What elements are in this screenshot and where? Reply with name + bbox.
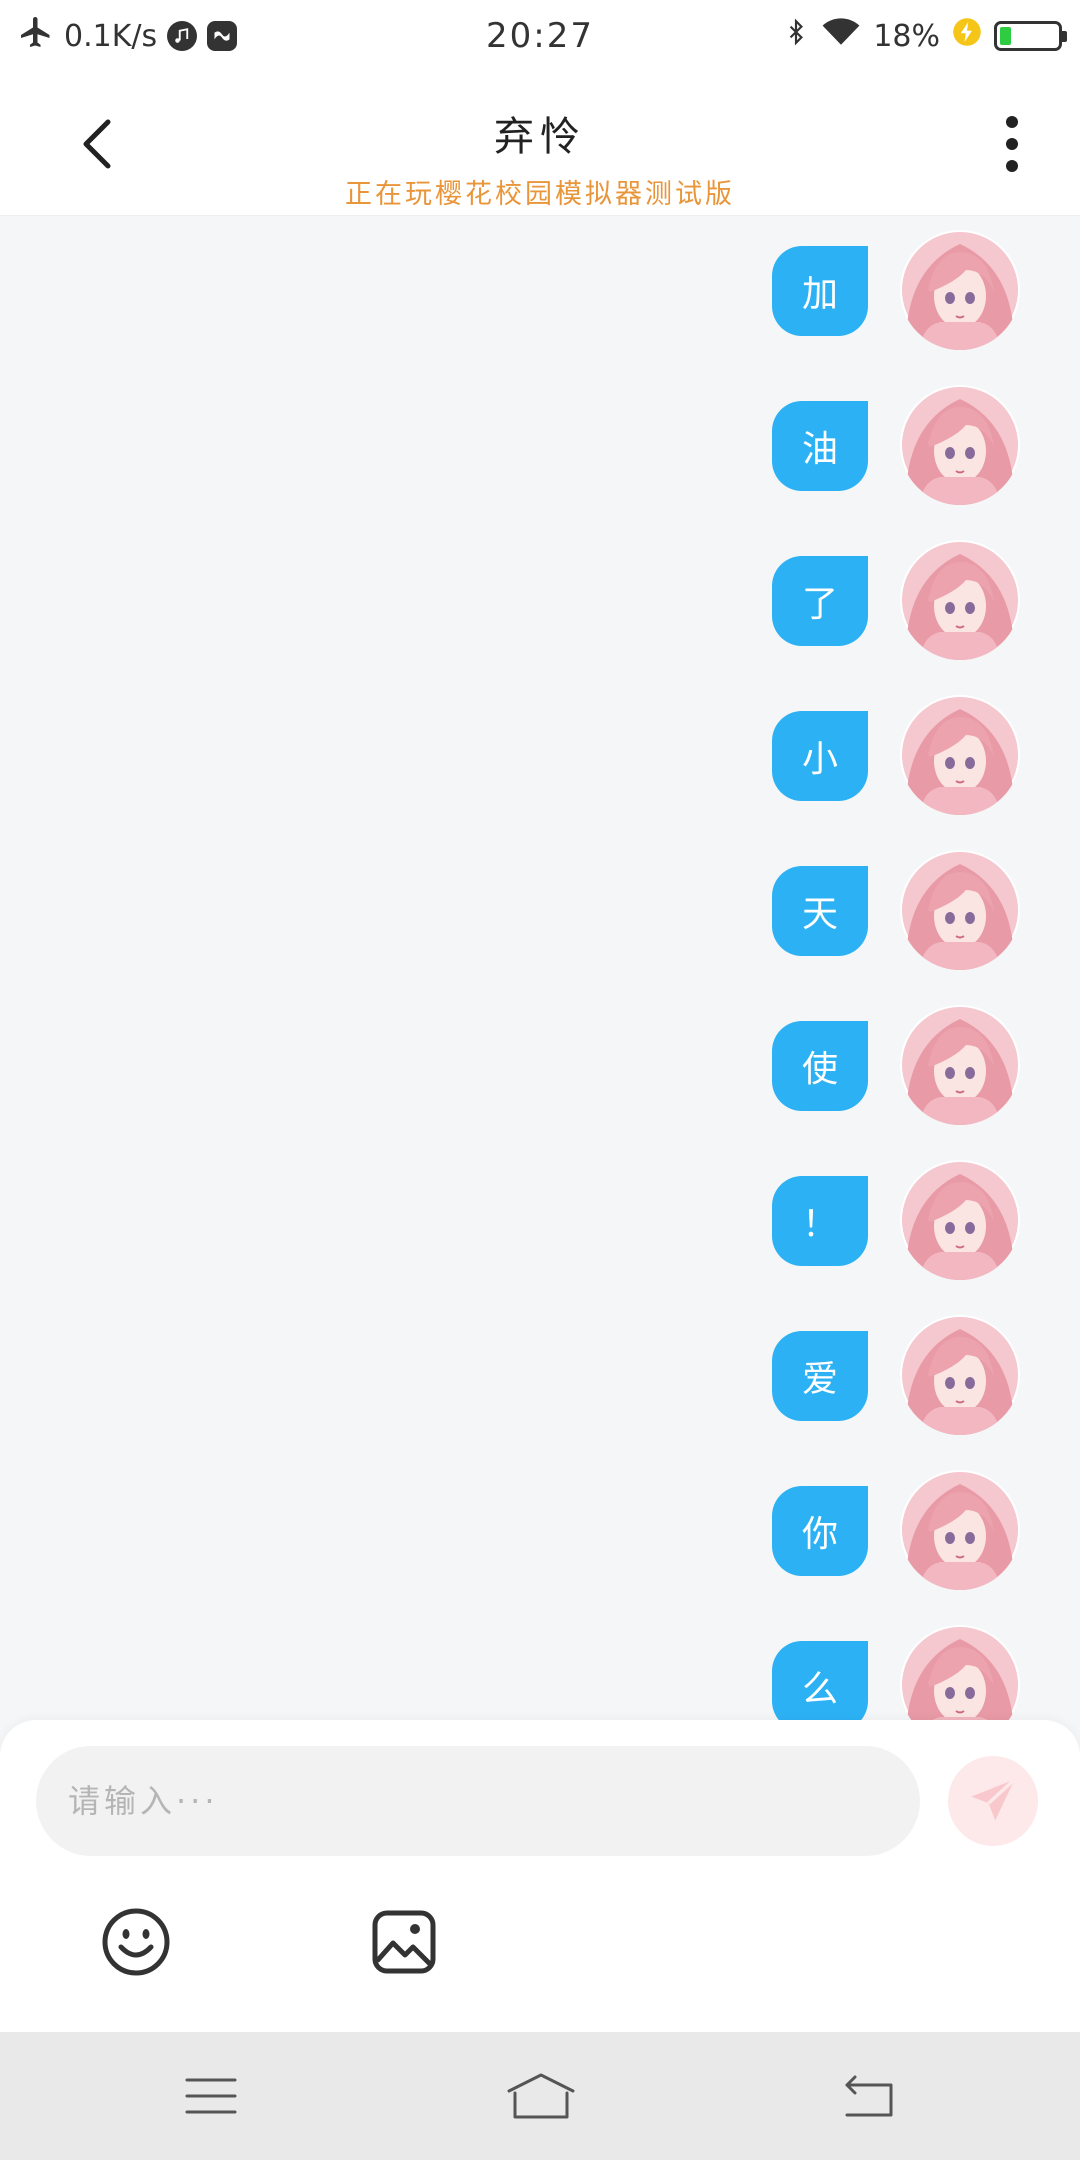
more-vertical-icon <box>1006 116 1018 172</box>
avatar[interactable] <box>900 695 1020 815</box>
chat-header: 弃怜 正在玩樱花校园模拟器测试版 <box>0 72 1080 216</box>
battery-fill <box>1000 27 1012 45</box>
message-row: 爱 <box>772 1315 1032 1435</box>
avatar[interactable] <box>900 1625 1020 1720</box>
emoji-button[interactable] <box>100 1906 172 1978</box>
message-row: 油 <box>772 385 1032 505</box>
message-bubble[interactable]: 了 <box>772 556 868 646</box>
chat-screen: 0.1K/s 20:27 18% 弃怜 正在玩樱花校园模拟器测试版 加 油 了 … <box>0 0 1080 2160</box>
emoji-icon <box>102 1908 170 1976</box>
send-button[interactable] <box>948 1756 1038 1846</box>
message-bubble[interactable]: ！ <box>772 1176 868 1266</box>
battery-icon <box>994 21 1067 51</box>
recent-apps-button[interactable] <box>166 2066 256 2126</box>
contact-name: 弃怜 <box>494 114 586 160</box>
avatar[interactable] <box>900 850 1020 970</box>
message-row: 天 <box>772 850 1032 970</box>
title-block: 弃怜 正在玩樱花校园模拟器测试版 <box>240 104 840 211</box>
send-icon <box>971 1778 1016 1821</box>
message-bubble[interactable]: 油 <box>772 401 868 491</box>
image-icon <box>372 1910 436 1974</box>
charging-icon <box>952 17 982 55</box>
app-notification-icon <box>207 21 238 51</box>
avatar[interactable] <box>900 1005 1020 1125</box>
message-input[interactable] <box>36 1746 920 1856</box>
back-icon <box>845 2075 893 2117</box>
image-button[interactable] <box>368 1906 440 1978</box>
wifi-icon <box>821 16 861 56</box>
message-list[interactable]: 加油了小天使 ！ 爱你么 <box>0 216 1080 1720</box>
clock: 20:27 <box>486 16 594 56</box>
system-nav-bar <box>0 2032 1080 2160</box>
message-row: 你 <box>772 1470 1032 1590</box>
message-bubble[interactable]: 使 <box>772 1021 868 1111</box>
chevron-left-icon <box>83 119 111 169</box>
avatar[interactable] <box>900 1315 1020 1435</box>
message-bubble[interactable]: 天 <box>772 866 868 956</box>
status-bar: 0.1K/s 20:27 18% <box>0 0 1080 72</box>
status-right: 18% <box>702 14 1067 58</box>
message-row: 使 <box>772 1005 1032 1125</box>
net-speed: 0.1K/s <box>64 18 158 54</box>
avatar[interactable] <box>900 230 1020 350</box>
input-panel <box>0 1720 1080 2032</box>
home-button[interactable] <box>496 2066 586 2126</box>
message-row: 么 <box>772 1625 1032 1720</box>
avatar[interactable] <box>900 540 1020 660</box>
message-row: ！ <box>772 1160 1032 1280</box>
status-left: 0.1K/s <box>18 14 378 58</box>
message-bubble[interactable]: 么 <box>772 1641 868 1720</box>
message-bubble[interactable]: 加 <box>772 246 868 336</box>
message-row: 了 <box>772 540 1032 660</box>
more-options-button[interactable] <box>984 112 1040 176</box>
music-notification-icon <box>167 21 198 51</box>
message-bubble[interactable]: 你 <box>772 1486 868 1576</box>
airplane-icon <box>18 14 54 58</box>
menu-icon <box>185 2078 237 2114</box>
avatar[interactable] <box>900 1160 1020 1280</box>
system-back-button[interactable] <box>824 2066 914 2126</box>
battery-percent: 18% <box>873 18 940 54</box>
avatar[interactable] <box>900 1470 1020 1590</box>
bluetooth-icon <box>783 14 809 58</box>
back-button[interactable] <box>70 112 126 176</box>
contact-status: 正在玩樱花校园模拟器测试版 <box>345 179 735 210</box>
message-row: 加 <box>772 230 1032 350</box>
message-row: 小 <box>772 695 1032 815</box>
home-icon <box>507 2073 575 2119</box>
message-bubble[interactable]: 小 <box>772 711 868 801</box>
message-bubble[interactable]: 爱 <box>772 1331 868 1421</box>
avatar[interactable] <box>900 385 1020 505</box>
